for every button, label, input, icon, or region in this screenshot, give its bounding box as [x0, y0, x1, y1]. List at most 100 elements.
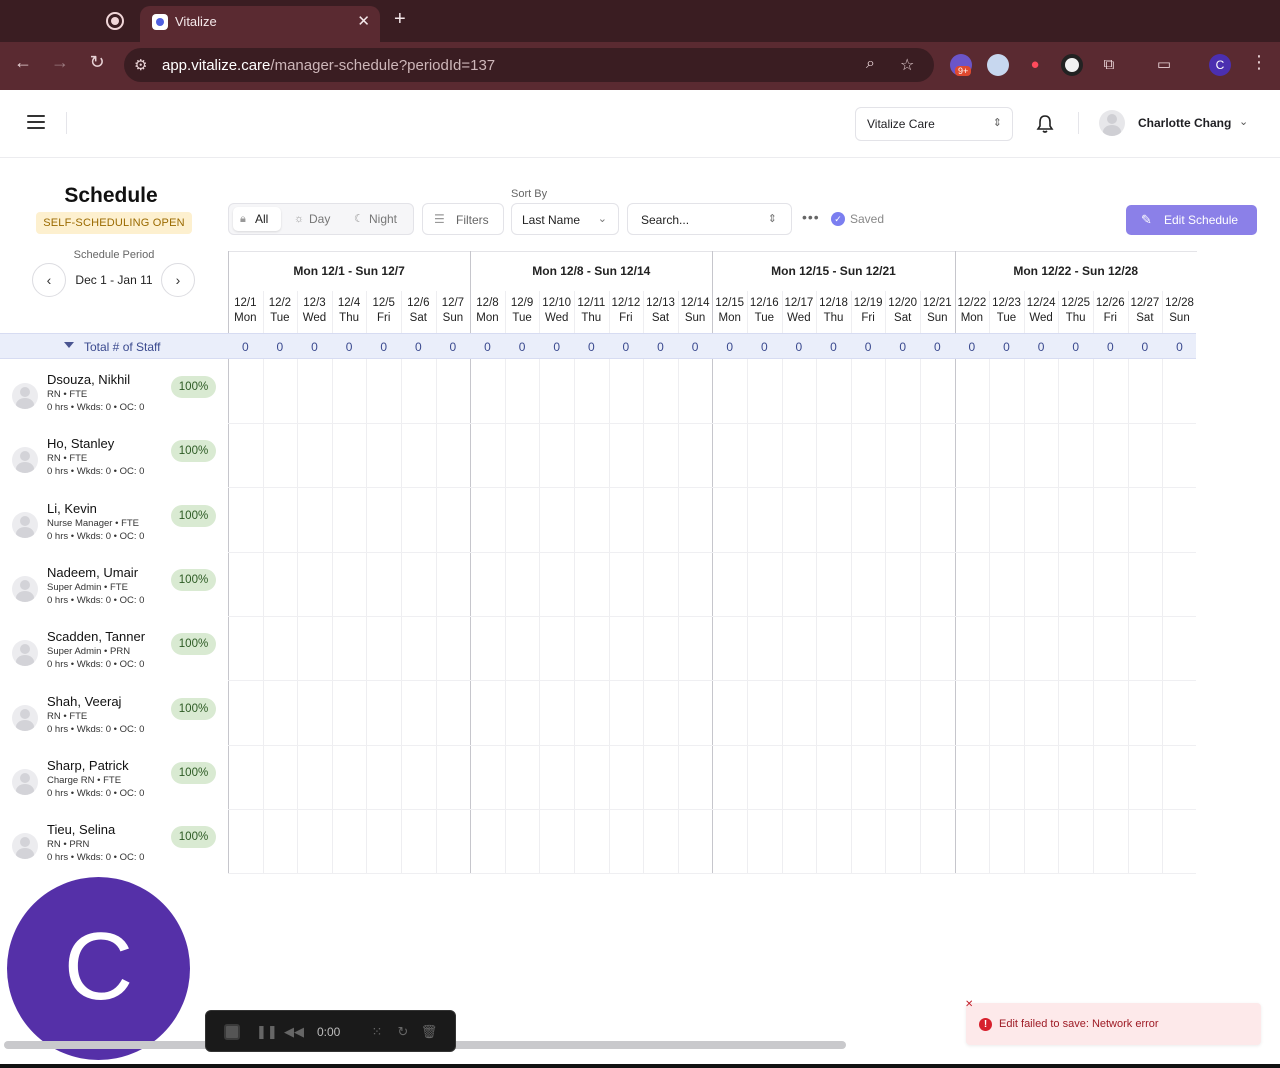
day-column-line	[1162, 291, 1164, 873]
notification-extension-icon[interactable]: ●	[1024, 54, 1046, 76]
staff-row[interactable]: Shah, Veeraj RN • FTE 0 hrs • Wkds: 0 • OC…	[0, 694, 228, 758]
zoom-icon[interactable]: ⌕	[866, 55, 875, 73]
bell-icon[interactable]	[1036, 114, 1054, 134]
total-staff-value: 0	[726, 340, 734, 354]
day-date: 12/8	[476, 297, 499, 309]
new-tab-icon[interactable]: +	[394, 8, 406, 31]
segment-night[interactable]: ☾ Night	[347, 207, 411, 231]
next-period-button[interactable]: ›	[161, 263, 195, 297]
day-date: 12/1	[234, 297, 257, 309]
url-text[interactable]: app.vitalize.care/manager-schedule?perio…	[162, 57, 495, 74]
segment-day[interactable]: ☼ Day	[287, 207, 343, 231]
browser-profile-avatar[interactable]: C	[1209, 54, 1231, 76]
total-staff-value: 0	[553, 340, 561, 354]
organization-select[interactable]: Vitalize Care ⇕	[855, 107, 1013, 141]
tab-search-icon[interactable]: ▭	[1153, 54, 1175, 76]
day-column-line	[435, 291, 437, 873]
recording-indicator-icon[interactable]	[106, 12, 124, 30]
week-header: Mon 12/1 - Sun 12/7	[228, 251, 471, 291]
day-column-line	[297, 291, 299, 873]
total-staff-row: Total # of Staff 0 0 0 0 0 0 0 0 0 0 0 0 0 0 0 0 0 0 0 0 0 0 0…	[0, 333, 1196, 359]
forward-icon[interactable]: →	[47, 52, 73, 73]
day-column-line	[366, 291, 368, 873]
browser-menu-icon[interactable]: ⋮	[1250, 52, 1268, 73]
browser-toolbar: ← → ↻ ⚙ app.vitalize.care/manager-schedu…	[0, 42, 1280, 90]
day-of-week: Sat	[409, 312, 427, 324]
day-header: 12/24 Wed	[1024, 296, 1059, 326]
staff-row[interactable]: Li, Kevin Nurse Manager • FTE 0 hrs • Wkds…	[0, 501, 228, 565]
day-column-line	[574, 291, 575, 873]
error-toast: ! Edit failed to save: Network error	[966, 1003, 1261, 1045]
user-avatar[interactable]	[1099, 110, 1125, 136]
day-header: 12/23 Tue	[989, 296, 1024, 326]
staff-avatar	[12, 640, 38, 667]
stop-recording-icon[interactable]	[224, 1024, 240, 1040]
staff-row[interactable]: Dsouza, Nikhil RN • FTE 0 hrs • Wkds: 0 • …	[0, 372, 228, 436]
day-date: 12/21	[922, 297, 952, 309]
availability-percent-badge: 100%	[171, 761, 216, 784]
staff-role: RN • PRN	[47, 839, 90, 851]
user-name[interactable]: Charlotte Chang	[1138, 116, 1231, 130]
day-column-line	[816, 291, 818, 873]
sort-by-select[interactable]: Last Name ⌄	[511, 203, 619, 235]
week-header: Mon 12/22 - Sun 12/28	[954, 251, 1197, 291]
grid-icon[interactable]: ⁙	[368, 1023, 386, 1041]
day-column-line	[1127, 291, 1129, 873]
schedule-period-label: Schedule Period	[73, 249, 155, 261]
day-column-line	[262, 291, 264, 873]
menu-icon[interactable]	[27, 115, 45, 129]
browser-tab[interactable]: Vitalize ✕	[140, 6, 380, 42]
close-toast-icon[interactable]: ✕	[965, 1000, 974, 1010]
staff-avatar	[12, 833, 38, 860]
staff-row[interactable]: Tieu, Selina RN • PRN 0 hrs • Wkds: 0 • OC…	[0, 822, 228, 886]
total-staff-value: 0	[657, 340, 664, 354]
staff-role: Charge RN • FTE	[47, 774, 122, 786]
collapse-caret-icon[interactable]	[64, 342, 74, 348]
staff-avatar	[12, 447, 38, 474]
restart-icon[interactable]: ↻	[394, 1023, 412, 1041]
rewind-icon[interactable]: ◀◀	[284, 1023, 304, 1041]
availability-percent-badge: 100%	[171, 440, 216, 463]
staff-row[interactable]: Nadeem, Umair Super Admin • FTE 0 hrs • Wk…	[0, 565, 228, 629]
day-header: 12/17 Wed	[782, 296, 817, 326]
staff-row[interactable]: Ho, Stanley RN • FTE 0 hrs • Wkds: 0 • OC:…	[0, 436, 228, 500]
day-date: 12/11	[577, 297, 606, 309]
back-icon[interactable]: ←	[10, 52, 36, 73]
edit-schedule-button[interactable]: ✎ Edit Schedule	[1126, 205, 1257, 235]
staff-role: RN • FTE	[47, 453, 88, 465]
day-of-week: Sun	[1169, 312, 1190, 324]
more-options-icon[interactable]: •••	[802, 209, 820, 225]
toast-message: Edit failed to save: Network error	[999, 1018, 1159, 1030]
address-bar[interactable]: ⚙ app.vitalize.care/manager-schedule?per…	[124, 48, 934, 82]
saved-status: ✓ Saved	[831, 212, 884, 226]
schedule-row-line	[228, 423, 1196, 424]
close-tab-icon[interactable]: ✕	[357, 12, 370, 30]
reload-icon[interactable]: ↻	[84, 52, 110, 73]
capture-extension-icon[interactable]	[1061, 54, 1083, 76]
previous-period-button[interactable]: ‹	[32, 263, 66, 297]
day-of-week: Sat	[1136, 312, 1154, 324]
total-staff-label[interactable]: Total # of Staff	[84, 340, 161, 354]
schedule-row-line	[228, 615, 1196, 617]
total-staff-value: 0	[276, 340, 284, 354]
tab-title: Vitalize	[175, 14, 217, 29]
staff-stats: 0 hrs • Wkds: 0 • OC: 0	[47, 787, 145, 799]
schedule-row-line	[228, 680, 1196, 682]
pause-icon[interactable]: ❚❚	[256, 1023, 278, 1041]
chevron-down-icon[interactable]: ⌄	[1239, 115, 1248, 128]
error-icon: !	[979, 1018, 992, 1031]
filters-button[interactable]: ☰ Filters	[422, 203, 504, 235]
search-select[interactable]: Search... ⇕	[627, 203, 792, 235]
staff-row[interactable]: Sharp, Patrick Charge RN • FTE 0 hrs • Wkd…	[0, 758, 228, 822]
bookmark-star-icon[interactable]: ☆	[900, 55, 914, 75]
day-header: 12/14 Sun	[678, 296, 713, 326]
extensions-puzzle-icon[interactable]: ⧉	[1098, 54, 1120, 76]
password-extension-icon[interactable]	[987, 54, 1009, 76]
site-settings-icon[interactable]: ⚙	[134, 56, 147, 74]
segment-all[interactable]: 🔒︎ All	[233, 207, 281, 231]
staff-row[interactable]: Scadden, Tanner Super Admin • PRN 0 hrs • …	[0, 629, 228, 693]
day-column-line	[643, 291, 645, 873]
day-date: 12/26	[1095, 297, 1125, 309]
trash-icon[interactable]: 🗑︎	[420, 1023, 438, 1041]
staff-stats: 0 hrs • Wkds: 0 • OC: 0	[47, 659, 145, 671]
